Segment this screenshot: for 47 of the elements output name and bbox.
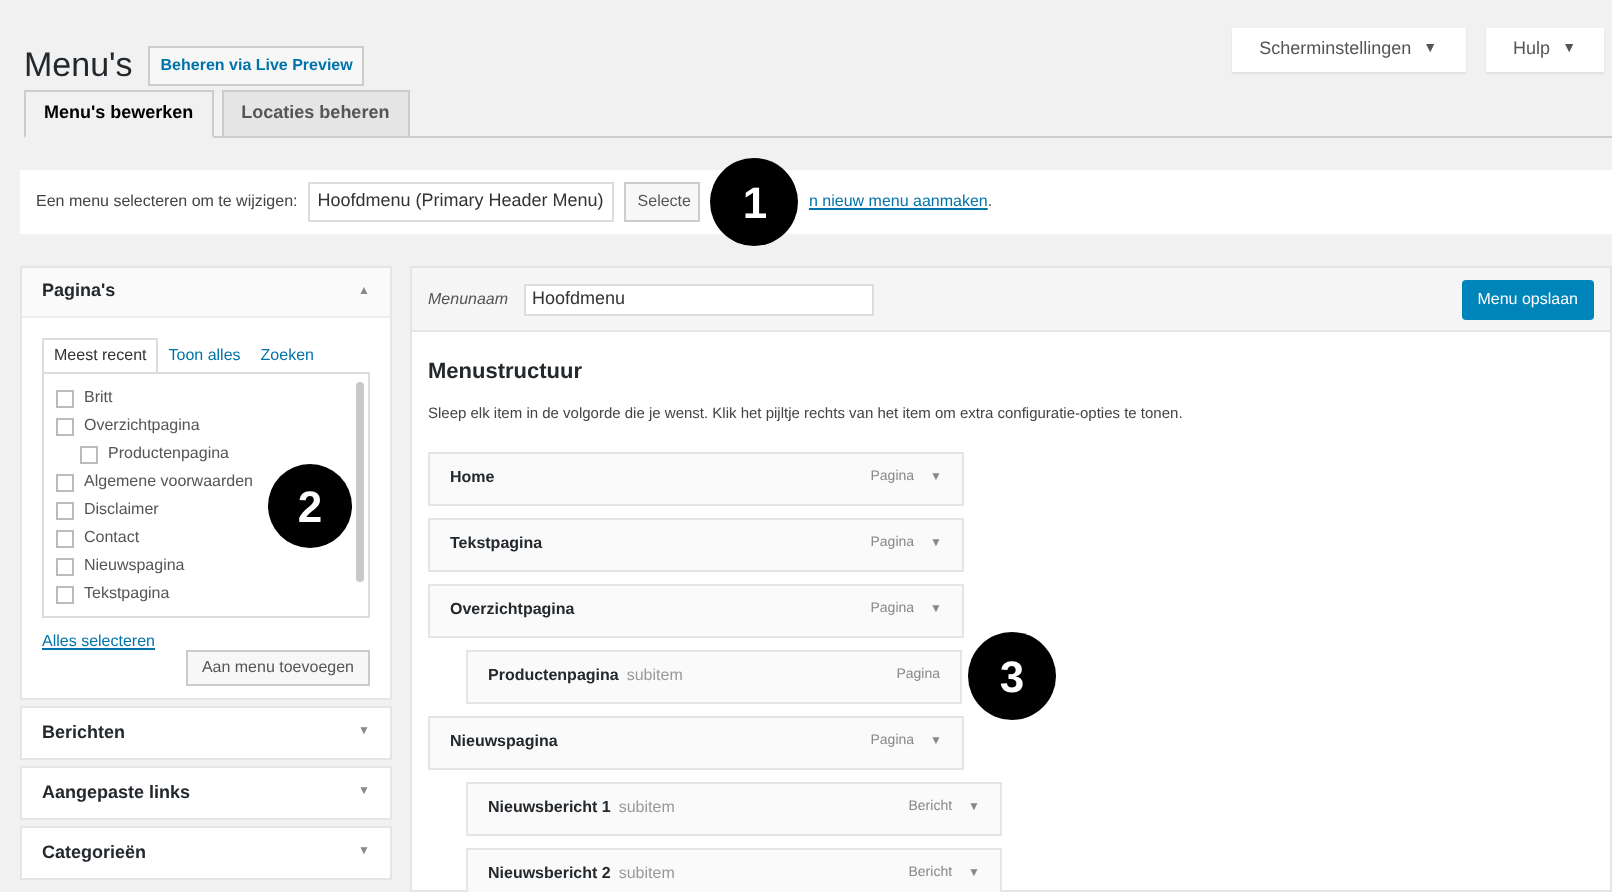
- checkbox-item[interactable]: Overzichtpagina: [56, 412, 200, 440]
- checkbox-item[interactable]: Britt: [56, 384, 113, 412]
- add-to-menu-button[interactable]: Aan menu toevoegen: [185, 650, 370, 686]
- checkbox-item[interactable]: Algemene voorwaarden: [56, 468, 253, 496]
- subitem-label: subitem: [618, 862, 675, 887]
- create-menu-link[interactable]: n nieuw menu aanmaken: [808, 192, 988, 210]
- section-heading: Menustructuur: [428, 358, 584, 388]
- save-menu-button[interactable]: Menu opslaan: [1461, 279, 1594, 319]
- checkbox[interactable]: [56, 501, 74, 519]
- tab[interactable]: Meest recent: [42, 338, 159, 374]
- menu-item-title: Overzichtpagina: [450, 598, 575, 623]
- checkbox-item[interactable]: Disclaimer: [56, 496, 159, 524]
- checkbox[interactable]: [56, 529, 74, 547]
- create-menu-text: n nieuw menu aanmaken.: [808, 190, 993, 214]
- checkbox[interactable]: [80, 445, 98, 463]
- menu-item-title: Nieuwsbericht 2: [488, 862, 611, 887]
- checkbox-item[interactable]: Productenpagina: [80, 440, 229, 468]
- menu-item-title: Tekstpagina: [450, 532, 543, 557]
- tab[interactable]: Menu's bewerken: [24, 90, 214, 138]
- menu-item-title: Nieuwspagina: [450, 730, 558, 755]
- checkbox[interactable]: [56, 417, 74, 435]
- live-preview-link[interactable]: Beheren via Live Preview: [148, 45, 365, 86]
- menu-name-field[interactable]: Hoofdmenu: [524, 283, 875, 315]
- subitem-label: subitem: [626, 664, 683, 689]
- checkbox[interactable]: [56, 473, 74, 491]
- numbered-callout: 1: [710, 158, 799, 246]
- select-button[interactable]: Selecte: [623, 182, 701, 222]
- subitem-label: subitem: [618, 796, 675, 821]
- page-title: Menu's: [24, 44, 133, 88]
- menu-item-title: Nieuwsbericht 1: [488, 796, 611, 821]
- checkbox[interactable]: [56, 389, 74, 407]
- select-label: Een menu selecteren om te wijzigen:: [36, 190, 298, 214]
- tab[interactable]: Locaties beheren: [221, 90, 410, 138]
- menu-dropdown[interactable]: Hoofdmenu (Primary Header Menu): [307, 182, 614, 222]
- checkbox[interactable]: [56, 557, 74, 575]
- menu-item-title: Home: [450, 466, 495, 491]
- checkbox-item[interactable]: Nieuwspagina: [56, 552, 185, 580]
- checkbox[interactable]: [56, 585, 74, 603]
- menu-name-label: Menunaam: [428, 287, 509, 311]
- checkbox-item[interactable]: Tekstpagina: [56, 580, 170, 608]
- tab[interactable]: Zoeken: [250, 338, 324, 374]
- select-all-link[interactable]: Alles selecteren: [42, 630, 155, 654]
- numbered-callout: 2: [268, 464, 352, 548]
- checkbox-item[interactable]: Contact: [56, 524, 140, 552]
- numbered-callout: 3: [968, 632, 1056, 721]
- menu-item-title: Productenpagina: [488, 664, 619, 689]
- tab[interactable]: Toon alles: [158, 338, 251, 374]
